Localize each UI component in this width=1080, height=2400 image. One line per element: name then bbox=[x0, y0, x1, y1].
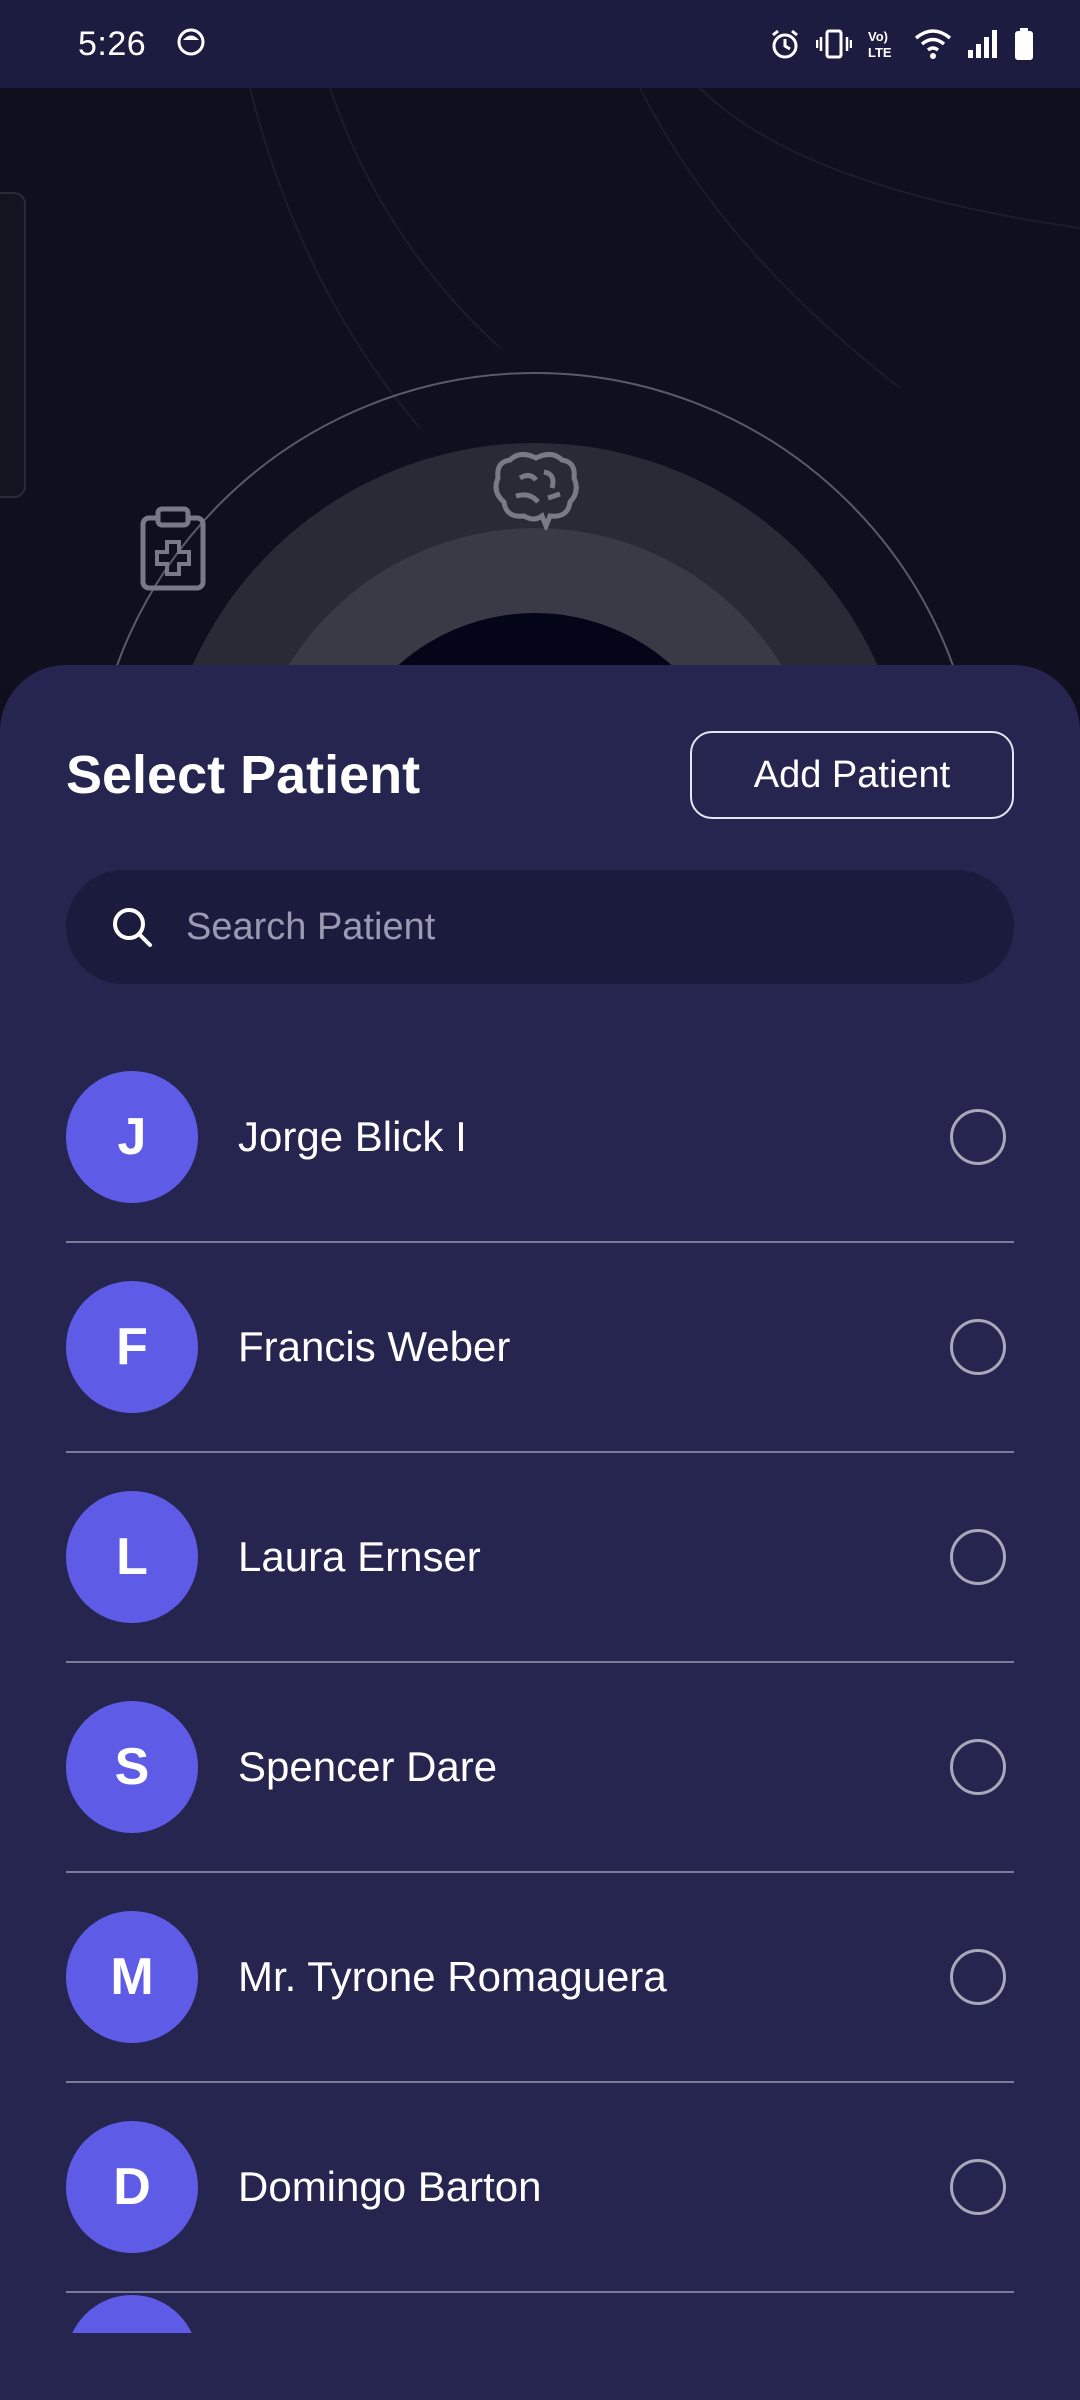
svg-text:LTE: LTE bbox=[868, 45, 892, 60]
patient-row[interactable]: M Mr. Tyrone Romaguera bbox=[66, 1873, 1014, 2083]
avatar: D bbox=[66, 2121, 198, 2253]
patient-row[interactable]: S Spencer Dare bbox=[66, 1663, 1014, 1873]
sheet-title: Select Patient bbox=[66, 745, 421, 805]
patient-select-radio[interactable] bbox=[950, 2159, 1006, 2215]
mind-map-graphic bbox=[108, 88, 1080, 688]
sheet-header: Select Patient Add Patient bbox=[66, 731, 1014, 819]
patient-select-radio[interactable] bbox=[950, 1949, 1006, 2005]
add-patient-button[interactable]: Add Patient bbox=[690, 731, 1014, 819]
patient-select-radio[interactable] bbox=[950, 1529, 1006, 1585]
patient-row[interactable]: F Francis Weber bbox=[66, 1243, 1014, 1453]
background-scene bbox=[0, 88, 1080, 688]
search-icon bbox=[110, 905, 154, 949]
battery-icon bbox=[1014, 27, 1034, 61]
brain-icon bbox=[490, 448, 582, 535]
avatar: J bbox=[66, 1071, 198, 1203]
avatar: S bbox=[66, 1701, 198, 1833]
avatar: L bbox=[66, 1491, 198, 1623]
alarm-icon bbox=[768, 27, 802, 61]
signal-icon bbox=[966, 28, 1000, 60]
patient-name: Mr. Tyrone Romaguera bbox=[238, 1953, 667, 2000]
select-patient-sheet: Select Patient Add Patient J Jorge Blick … bbox=[0, 665, 1080, 2400]
patient-row[interactable]: J Jorge Blick I bbox=[66, 1033, 1014, 1243]
patient-select-radio[interactable] bbox=[950, 1319, 1006, 1375]
patient-select-radio[interactable] bbox=[950, 1109, 1006, 1165]
vibrate-icon bbox=[816, 27, 852, 61]
patient-name: Jorge Blick I bbox=[238, 1113, 467, 1160]
avatar: M bbox=[66, 1911, 198, 2043]
status-time: 5:26 bbox=[78, 24, 147, 63]
search-box[interactable] bbox=[66, 870, 1014, 984]
search-input[interactable] bbox=[186, 905, 1014, 949]
patient-row[interactable]: L Laura Ernser bbox=[66, 1453, 1014, 1663]
patient-name: Domingo Barton bbox=[238, 2163, 542, 2210]
patient-name: Francis Weber bbox=[238, 1323, 511, 1370]
patient-list: J Jorge Blick I F Francis Weber L Laura Ernse… bbox=[66, 1033, 1014, 2293]
patient-name: Spencer Dare bbox=[238, 1743, 498, 1790]
patient-name: Laura Ernser bbox=[238, 1533, 481, 1580]
avatar: F bbox=[66, 1281, 198, 1413]
patient-select-radio[interactable] bbox=[950, 1739, 1006, 1795]
svg-text:Vo): Vo) bbox=[868, 29, 888, 44]
patient-row[interactable]: D Domingo Barton bbox=[66, 2083, 1014, 2293]
volte-icon: Vo) LTE bbox=[866, 27, 900, 61]
wifi-icon bbox=[914, 28, 952, 60]
status-bar: 5:26 Vo) LTE bbox=[0, 0, 1080, 88]
side-drawer-handle[interactable] bbox=[0, 192, 26, 498]
face-icon bbox=[176, 27, 206, 62]
clipboard-medical-icon bbox=[138, 506, 208, 597]
